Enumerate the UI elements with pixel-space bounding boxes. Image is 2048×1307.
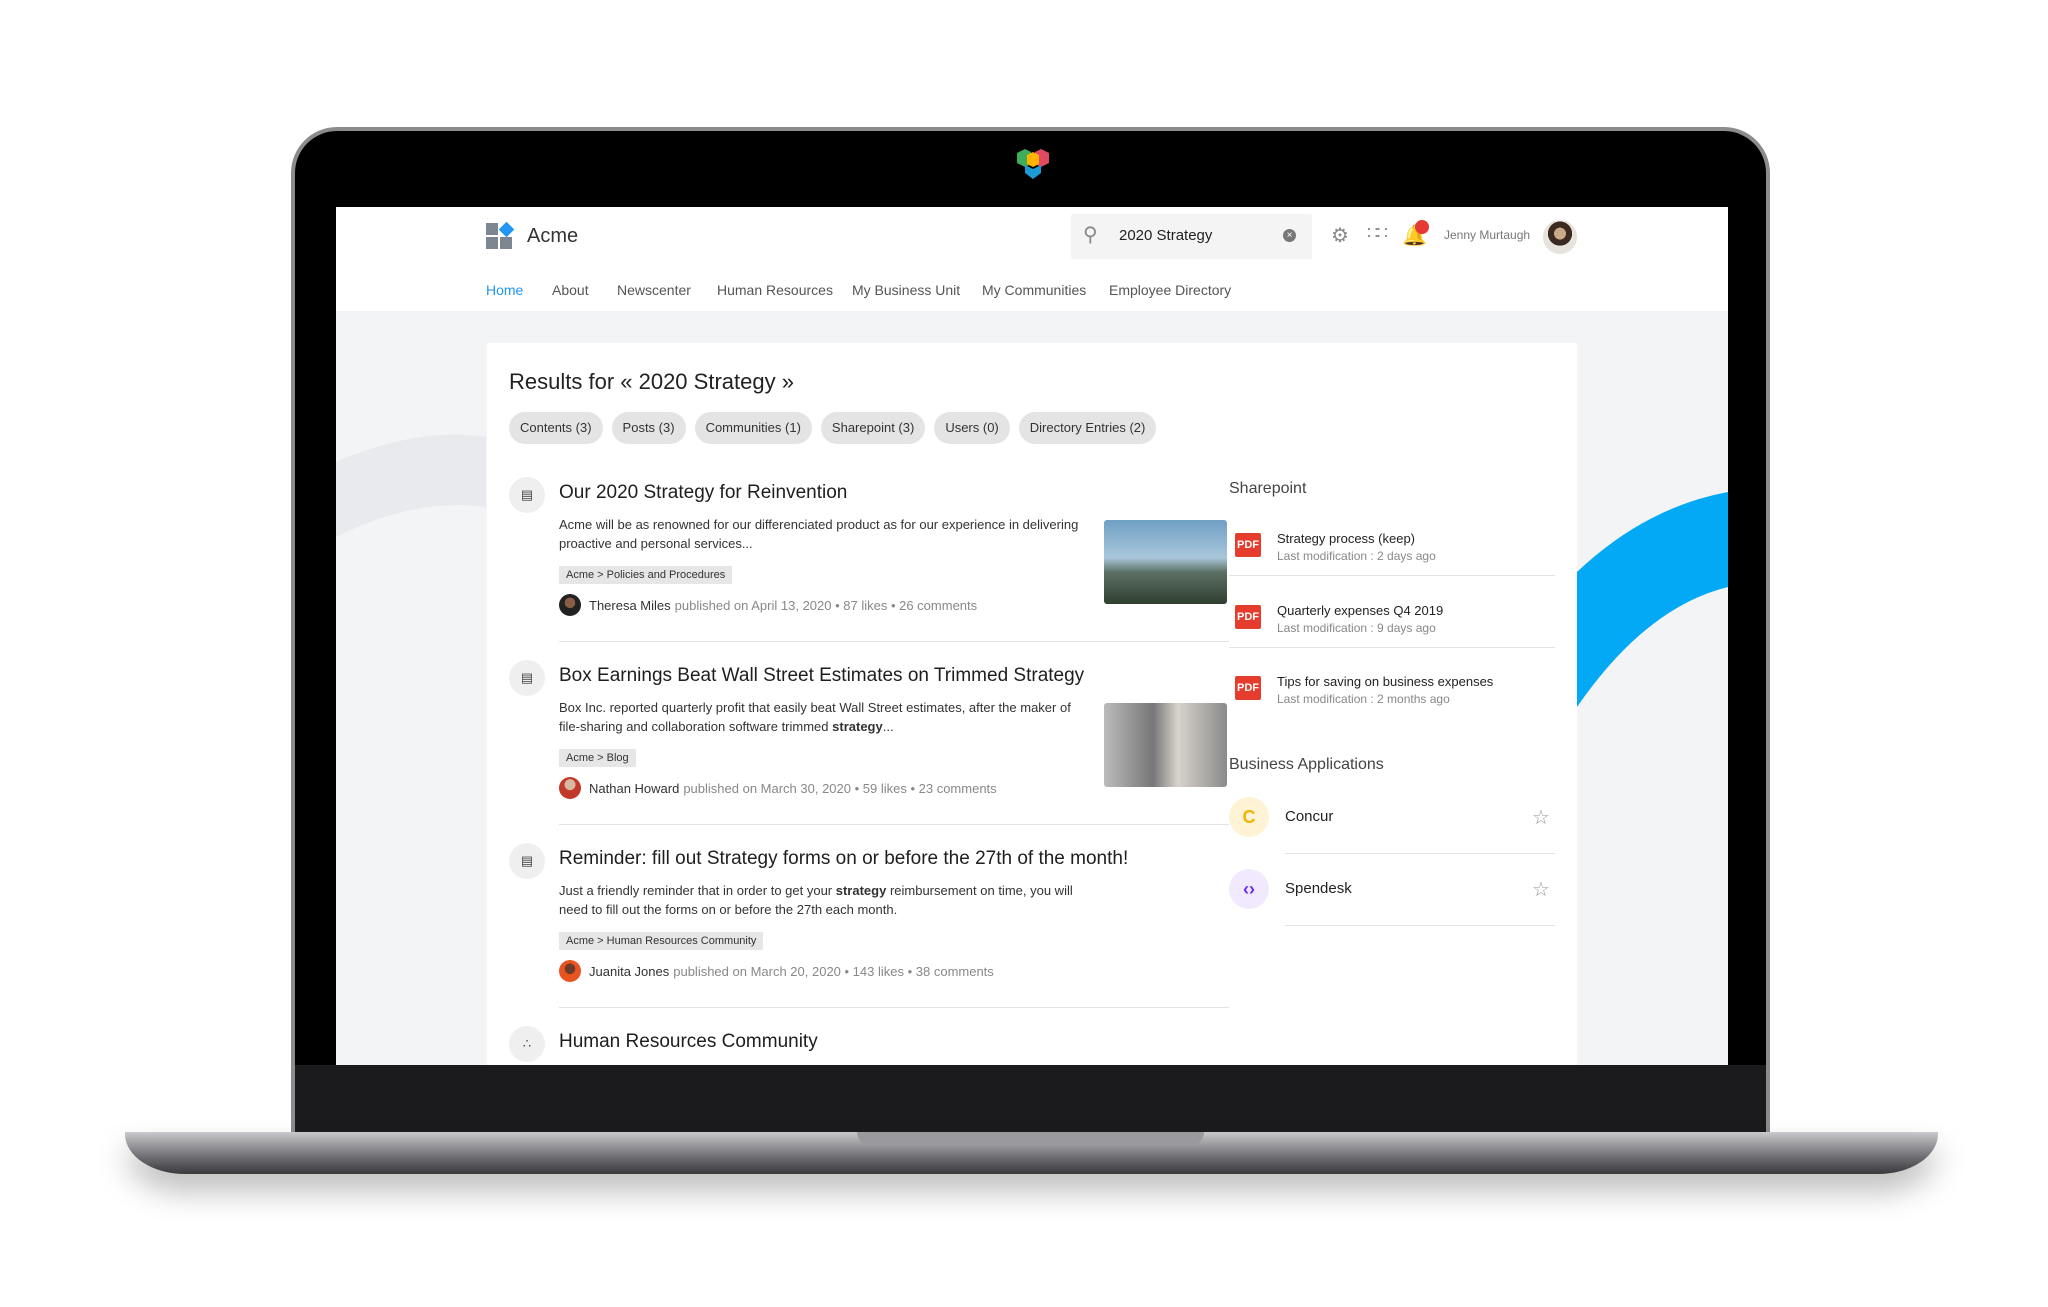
file-modified: Last modification : 9 days ago	[1277, 621, 1436, 635]
result-thumbnail[interactable]	[1104, 520, 1227, 604]
result-meta: Juanita Jones published on March 20, 2020…	[559, 960, 994, 982]
user-name[interactable]: Jenny Murtaugh	[1444, 228, 1530, 242]
star-icon[interactable]: ☆	[1532, 805, 1550, 830]
concur-icon: C	[1229, 797, 1269, 837]
file-modified: Last modification : 2 days ago	[1277, 549, 1436, 563]
search-icon: ⚲	[1083, 224, 1098, 246]
screen: Acme ⚲ 2020 Strategy × ⚙ ∷∷ 🔔 Jenny Murt…	[336, 207, 1728, 1065]
notification-badge	[1415, 220, 1429, 234]
search-value: 2020 Strategy	[1119, 227, 1213, 244]
nav-my-communities[interactable]: My Communities	[982, 282, 1086, 298]
business-apps-title: Business Applications	[1229, 756, 1384, 773]
filter-communities[interactable]: Communities (1)	[694, 412, 812, 444]
divider	[1229, 575, 1555, 576]
apps-grid-icon[interactable]: ∷∷	[1367, 223, 1388, 244]
gear-icon[interactable]: ⚙	[1331, 223, 1349, 248]
nav-home[interactable]: Home	[486, 282, 523, 298]
laptop-notch	[857, 1132, 1204, 1146]
result-meta: Nathan Howard published on March 30, 2020…	[559, 777, 997, 799]
file-modified: Last modification : 2 months ago	[1277, 692, 1450, 706]
divider	[1285, 925, 1555, 926]
spendesk-icon: ‹›	[1229, 869, 1269, 909]
app-logo-icon	[1013, 143, 1053, 183]
result-meta: Theresa Miles published on April 13, 2020…	[559, 594, 977, 616]
filter-sharepoint[interactable]: Sharepoint (3)	[820, 412, 926, 444]
pdf-icon: PDF	[1235, 605, 1261, 629]
author-name[interactable]: Juanita Jones	[589, 964, 669, 979]
search-input[interactable]: ⚲ 2020 Strategy ×	[1071, 214, 1312, 259]
filter-contents[interactable]: Contents (3)	[509, 412, 603, 444]
nav-about[interactable]: About	[552, 282, 589, 298]
filter-posts[interactable]: Posts (3)	[611, 412, 686, 444]
result-stats: published on March 20, 2020 • 143 likes …	[673, 963, 994, 979]
page-title: Results for « 2020 Strategy »	[509, 369, 794, 394]
result-tag[interactable]: Acme > Human Resources Community	[559, 932, 764, 950]
app-name[interactable]: Concur	[1285, 808, 1333, 825]
filter-chips: Contents (3) Posts (3) Communities (1) Shar…	[509, 412, 1165, 444]
result-title[interactable]: Our 2020 Strategy for Reinvention	[559, 482, 847, 504]
nav-newscenter[interactable]: Newscenter	[617, 282, 691, 298]
user-avatar[interactable]	[1543, 220, 1577, 254]
author-avatar	[559, 594, 581, 616]
community-icon: ∴	[509, 1026, 545, 1062]
nav-employee-directory[interactable]: Employee Directory	[1109, 282, 1231, 298]
result-title[interactable]: Human Resources Community	[559, 1031, 818, 1053]
result-description: Box Inc. reported quarterly profit that …	[559, 700, 1071, 734]
clear-search-icon[interactable]: ×	[1283, 229, 1296, 242]
sharepoint-title: Sharepoint	[1229, 480, 1307, 497]
divider	[559, 1007, 1229, 1008]
star-icon[interactable]: ☆	[1532, 877, 1550, 902]
filter-directory-entries[interactable]: Directory Entries (2)	[1018, 412, 1157, 444]
brand-name: Acme	[527, 225, 579, 247]
post-icon: ▤	[509, 843, 545, 879]
result-tag[interactable]: Acme > Blog	[559, 749, 636, 767]
divider	[1229, 647, 1555, 648]
divider	[559, 824, 1229, 825]
file-name[interactable]: Quarterly expenses Q4 2019	[1277, 603, 1443, 618]
divider	[559, 641, 1229, 642]
result-thumbnail[interactable]	[1104, 703, 1227, 787]
result-stats: published on March 30, 2020 • 59 likes •…	[683, 780, 997, 796]
author-avatar	[559, 777, 581, 799]
result-description: Acme will be as renowned for our differe…	[559, 517, 1079, 551]
app-name[interactable]: Spendesk	[1285, 880, 1352, 897]
document-icon: ▤	[509, 660, 545, 696]
document-icon: ▤	[509, 477, 545, 513]
top-header: Acme ⚲ 2020 Strategy × ⚙ ∷∷ 🔔 Jenny Murt…	[336, 207, 1728, 311]
results-card: Results for « 2020 Strategy » Contents (…	[487, 343, 1577, 1065]
brand-logo-icon[interactable]	[486, 221, 516, 253]
laptop-chin	[295, 1065, 1766, 1135]
pdf-icon: PDF	[1235, 676, 1261, 700]
result-stats: published on April 13, 2020 • 87 likes •…	[674, 597, 978, 613]
result-description: Just a friendly reminder that in order t…	[559, 883, 1073, 917]
author-name[interactable]: Nathan Howard	[589, 781, 679, 796]
result-title[interactable]: Box Earnings Beat Wall Street Estimates …	[559, 665, 1084, 687]
divider	[1285, 853, 1555, 854]
nav-human-resources[interactable]: Human Resources	[717, 282, 833, 298]
result-tag[interactable]: Acme > Policies and Procedures	[559, 566, 733, 584]
author-avatar	[559, 960, 581, 982]
file-name[interactable]: Strategy process (keep)	[1277, 531, 1415, 546]
result-title[interactable]: Reminder: fill out Strategy forms on or …	[559, 848, 1128, 870]
nav-my-business-unit[interactable]: My Business Unit	[852, 282, 960, 298]
pdf-icon: PDF	[1235, 533, 1261, 557]
author-name[interactable]: Theresa Miles	[589, 598, 671, 613]
filter-users[interactable]: Users (0)	[934, 412, 1010, 444]
file-name[interactable]: Tips for saving on business expenses	[1277, 674, 1493, 689]
